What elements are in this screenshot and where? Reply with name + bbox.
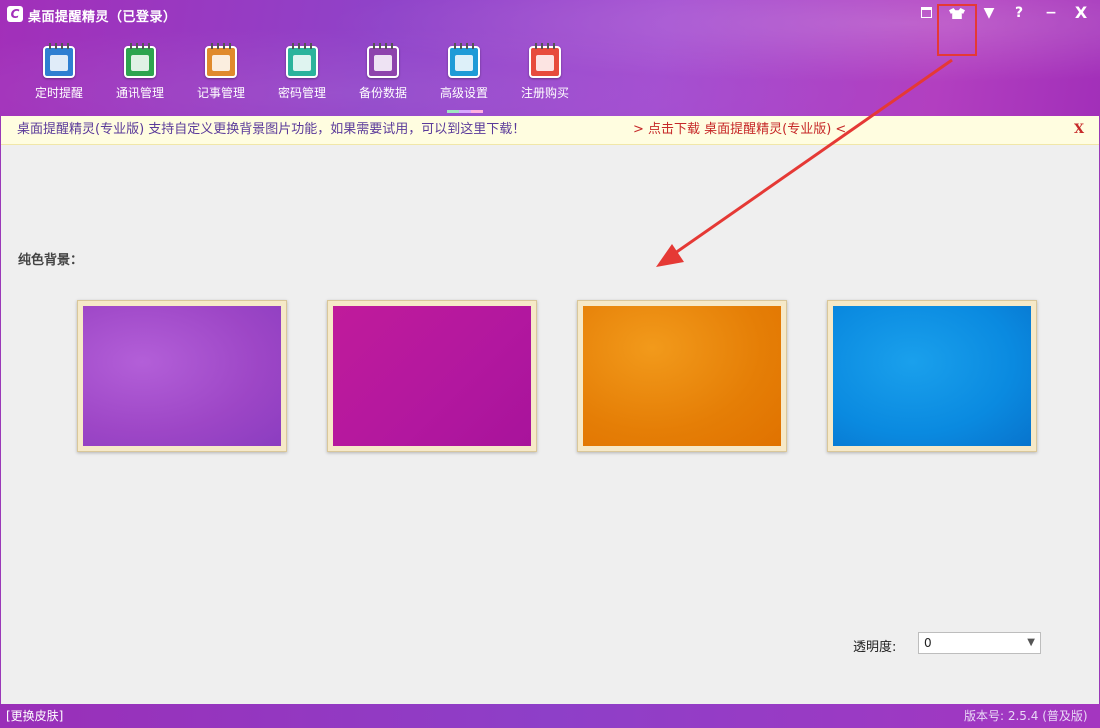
minimize-icon: − (1045, 5, 1057, 21)
toolbar-item[interactable]: 密码管理 (263, 42, 341, 112)
notepad-icon (205, 43, 237, 78)
icon-detail (212, 55, 230, 71)
window-title: 桌面提醒精灵（已登录） (28, 10, 177, 25)
swatch-purple[interactable] (77, 300, 287, 452)
icon-detail (455, 55, 473, 71)
status-bar: [更换皮肤] 版本号: 2.5.4 (普及版) (0, 704, 1100, 728)
toolbar-item-label: 定时提醒 (34, 86, 83, 100)
notice-text: 桌面提醒精灵(专业版) 支持自定义更换背景图片功能，如果需要试用，可以到这里下载… (17, 122, 526, 137)
toolbar-item[interactable]: 通讯管理 (101, 42, 179, 112)
opacity-label: 透明度: (853, 640, 897, 655)
toolbar-item-label: 记事管理 (196, 86, 245, 100)
close-button[interactable]: X (1070, 3, 1092, 23)
swatch-fill (833, 306, 1031, 446)
notice-bar: 桌面提醒精灵(专业版) 支持自定义更换背景图片功能，如果需要试用，可以到这里下载… (1, 116, 1099, 145)
toolbar-item-label: 密码管理 (277, 86, 326, 100)
swatch-blue[interactable] (827, 300, 1037, 452)
swatch-fill (83, 306, 281, 446)
icon-detail (536, 55, 554, 71)
calendar-button[interactable] (915, 3, 937, 23)
toolbar-item[interactable]: 高级设置 (425, 42, 503, 113)
toolbar-item-label: 通讯管理 (115, 86, 164, 100)
disk-icon (367, 43, 399, 78)
icon-detail (293, 55, 311, 71)
header: C 桌面提醒精灵（已登录） ▼ ? − X 定时提醒 通讯管理 记事管理 密码管理 备份… (0, 0, 1100, 116)
opacity-value: 0 (924, 636, 932, 650)
icon-detail (374, 55, 392, 71)
solid-background-label: 纯色背景： (18, 253, 84, 268)
calendar-icon (920, 7, 932, 18)
swatch-magenta[interactable] (327, 300, 537, 452)
swatch-orange[interactable] (577, 300, 787, 452)
toolbar-item-label: 高级设置 (439, 86, 488, 100)
title-bar[interactable]: C 桌面提醒精灵（已登录） ▼ ? − X (0, 0, 1100, 30)
dropdown-arrow-icon: ▼ (983, 5, 995, 21)
help-button[interactable]: ? (1008, 3, 1030, 23)
cart-icon (529, 43, 561, 78)
swatch-fill (583, 306, 781, 446)
gear-icon (448, 43, 480, 78)
help-icon: ? (1014, 5, 1024, 21)
main-menu-button[interactable]: ▼ (978, 3, 1000, 23)
lock-icon (286, 43, 318, 78)
change-skin-link[interactable]: [更换皮肤] (6, 704, 63, 728)
version-text: 版本号: 2.5.4 (普及版) (964, 709, 1088, 723)
icon-detail (131, 55, 149, 71)
minimize-button[interactable]: − (1040, 3, 1062, 23)
skin-button-highlight (937, 4, 977, 56)
alarm-clock-icon (43, 43, 75, 78)
opacity-select[interactable]: 0 ▼ (918, 632, 1041, 654)
toolbar-item-label: 注册购买 (520, 86, 569, 100)
contacts-icon (124, 43, 156, 78)
chevron-down-icon: ▼ (1027, 637, 1035, 648)
toolbar-item[interactable]: 定时提醒 (20, 42, 98, 112)
download-pro-link[interactable]: > 点击下载 桌面提醒精灵(专业版) < (633, 116, 846, 144)
icon-detail (50, 55, 68, 71)
app-logo: C (7, 6, 23, 22)
close-icon: X (1074, 3, 1088, 22)
toolbar-item-label: 备份数据 (358, 86, 407, 100)
swatch-fill (333, 306, 531, 446)
toolbar-item[interactable]: 备份数据 (344, 42, 422, 112)
toolbar-item[interactable]: 注册购买 (506, 42, 584, 112)
notice-close-button[interactable]: X (1074, 116, 1084, 144)
toolbar-item[interactable]: 记事管理 (182, 42, 260, 112)
active-indicator (447, 110, 483, 113)
